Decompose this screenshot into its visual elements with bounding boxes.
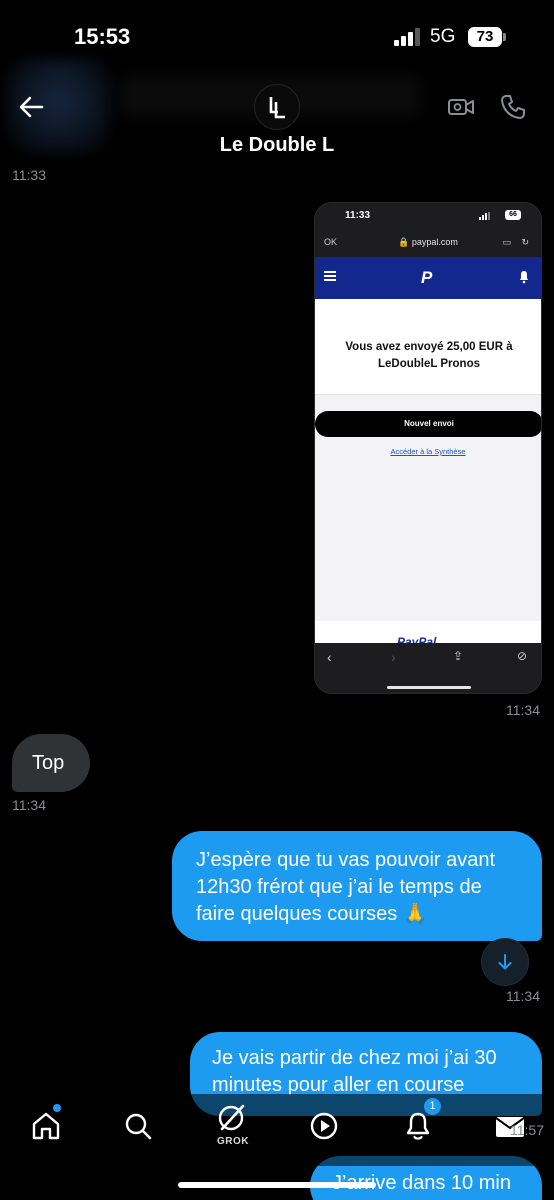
search-icon[interactable] (120, 1108, 156, 1144)
scroll-to-bottom-button[interactable] (481, 938, 529, 986)
forward-chevron-icon: › (391, 649, 396, 665)
signal-icon (394, 28, 422, 46)
network-label: 5G (430, 26, 456, 47)
message-timestamp: 11:57 (510, 1122, 544, 1138)
screenshot-url-bar: OK 🔒 paypal.com ▭ ↻ (315, 229, 541, 257)
battery-icon: 73 (468, 27, 502, 47)
screenshot-body: Nouvel envoi Accéder à la Synthèse (315, 395, 541, 621)
phone-call-icon[interactable] (498, 92, 528, 122)
screenshot-page: Vous avez envoyé 25,00 EUR à LeDoubleL P… (315, 299, 541, 649)
message-text: Je vais partir de chez moi j’ai 30 minut… (212, 1047, 497, 1096)
back-arrow-icon[interactable] (16, 92, 46, 122)
notifications-badge: 1 (424, 1098, 441, 1115)
battery-tip (503, 33, 506, 41)
contact-avatar[interactable] (254, 84, 300, 130)
arrow-down-icon (498, 954, 512, 970)
hamburger-menu-icon (324, 271, 336, 281)
sent-message-bubble[interactable]: J’espère que tu vas pouvoir avant 12h30 … (172, 831, 542, 941)
message-text: J’espère que tu vas pouvoir avant 12h30 … (196, 849, 496, 925)
screenshot-confirmation-text: Vous avez envoyé 25,00 EUR à LeDoubleL P… (345, 341, 513, 370)
screenshot-summary-link: Accéder à la Synthèse (390, 447, 466, 456)
paypal-logo-icon: P (421, 268, 433, 287)
screenshot-time: 11:33 (345, 210, 371, 221)
message-timestamp: 11:33 (12, 167, 46, 183)
share-icon: ⇪ (453, 649, 464, 663)
message-text: Top (32, 752, 65, 774)
message-timestamp: 11:34 (12, 797, 46, 813)
home-indicator[interactable] (178, 1182, 376, 1188)
reader-reload-icon: ▭ ↻ (502, 237, 533, 247)
bottom-navigation: GROK 1 (0, 1094, 554, 1166)
screenshot-status-bar: 11:33 66 (315, 203, 541, 229)
message-timestamp: 11:34 (506, 988, 540, 1004)
message-timestamp: 11:34 (506, 702, 540, 718)
signal-icon (479, 212, 491, 220)
received-message-bubble[interactable]: Top (12, 734, 90, 792)
screenshot-paypal-navbar: P (315, 257, 541, 299)
grok-icon[interactable] (214, 1100, 250, 1136)
ll-logo-icon (269, 97, 285, 119)
screenshot-home-indicator (387, 686, 471, 689)
screenshot-safari-toolbar: ‹ › ⇪ ⊘ (315, 643, 541, 693)
screenshot-confirmation-card: Vous avez envoyé 25,00 EUR à LeDoubleL P… (315, 299, 541, 395)
contact-name[interactable]: Le Double L (0, 134, 554, 157)
video-call-icon[interactable] (446, 92, 476, 122)
image-attachment[interactable]: 11:33 66 OK 🔒 paypal.com ▭ ↻ P Vous avez… (314, 202, 542, 694)
screenshot-new-send-button: Nouvel envoi (315, 411, 541, 437)
back-chevron-icon: ‹ (327, 649, 332, 665)
conversation-header: Le Double L (0, 58, 554, 170)
video-play-icon[interactable] (306, 1108, 342, 1144)
status-time: 15:53 (74, 24, 131, 49)
battery-icon: 66 (505, 210, 521, 220)
home-badge-dot (53, 1104, 61, 1112)
bell-icon (519, 270, 529, 284)
compass-icon: ⊘ (517, 649, 528, 663)
grok-label: GROK (217, 1136, 249, 1147)
home-icon[interactable] (28, 1108, 64, 1144)
